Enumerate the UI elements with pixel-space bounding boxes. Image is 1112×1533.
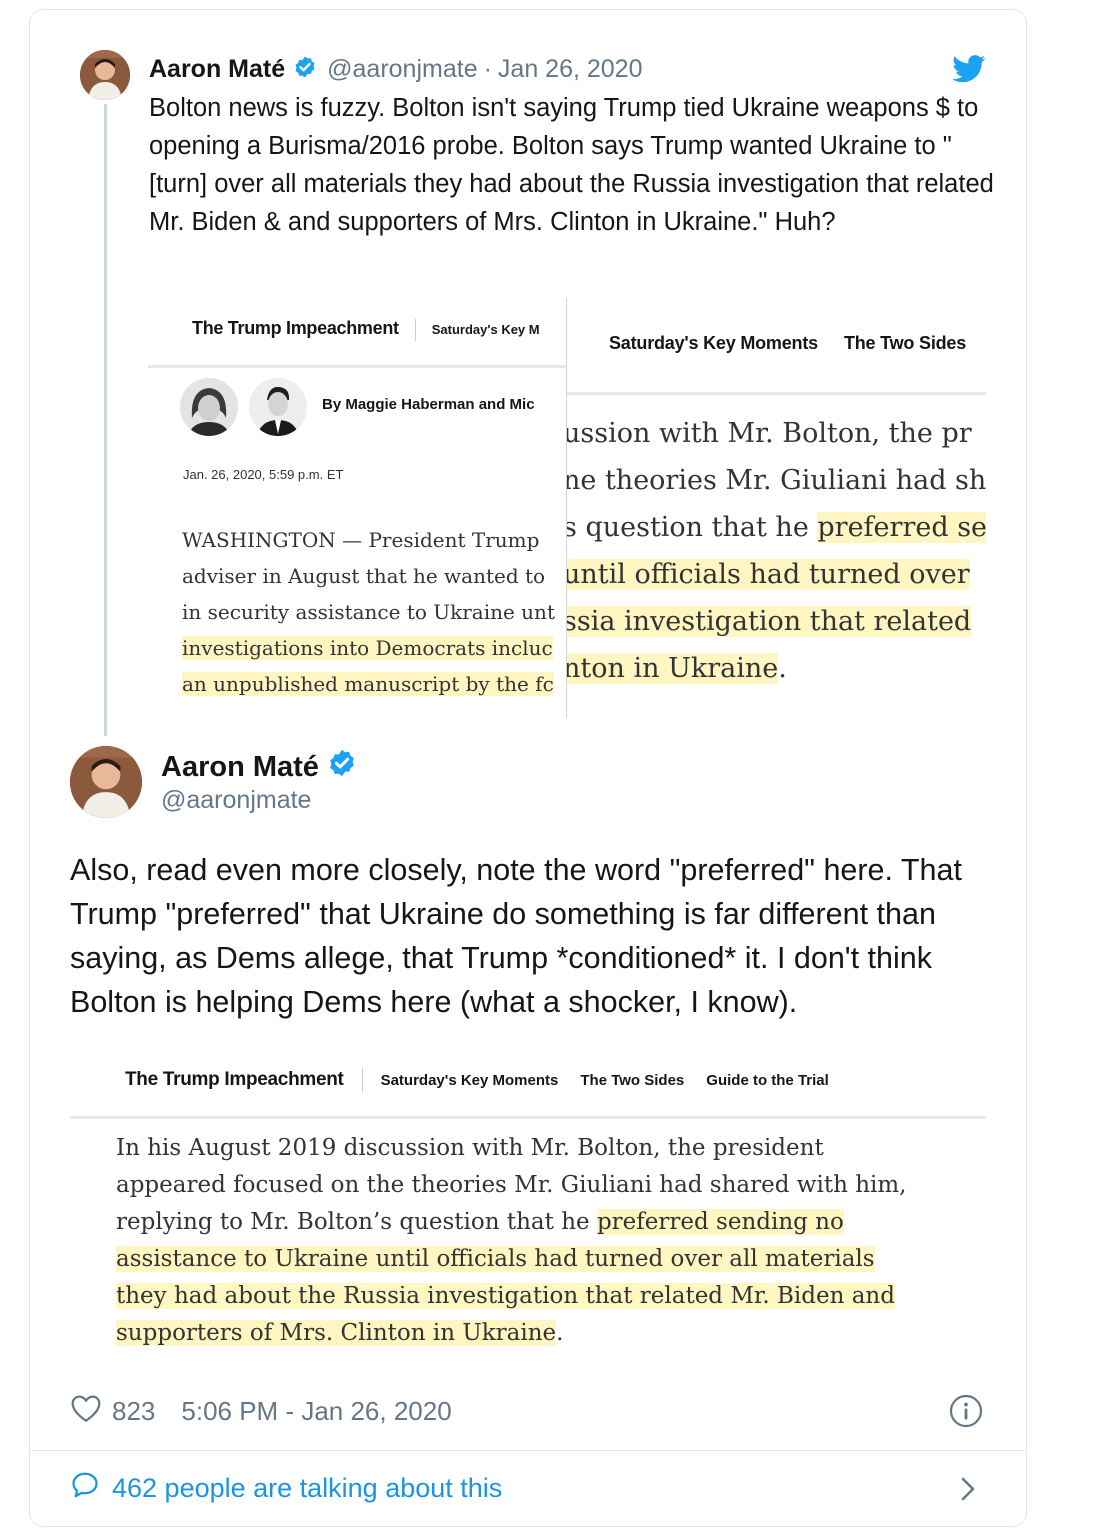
byline: By Maggie Haberman and Mic (322, 396, 535, 413)
excerpt-line: In his August 2019 discussion with Mr. B… (116, 1130, 976, 1167)
tweet-footer: 823 5:06 PM - Jan 26, 2020 (70, 1393, 452, 1429)
line-text: replying to Mr. Bolton’s question that h… (116, 1209, 597, 1235)
conversation-link[interactable]: 462 people are talking about this (70, 1470, 502, 1507)
highlighted-text: until officials had turned over (567, 559, 970, 590)
tweet-timestamp[interactable]: 5:06 PM - Jan 26, 2020 (181, 1396, 451, 1427)
excerpt-line: adviser in August that he wanted to (182, 558, 566, 594)
verified-badge-icon (293, 55, 317, 84)
nav-item: Saturday's Key M (431, 322, 540, 337)
line-text: adviser in August that he wanted to (182, 564, 546, 588)
nav-item: The Two Sides (843, 333, 967, 353)
line-text: in security assistance to Ukraine unt (182, 600, 555, 624)
excerpt-line: investigations into Democrats incluc (182, 630, 566, 666)
line-text: . (556, 1320, 564, 1346)
dateline: Jan. 26, 2020, 5:59 p.m. ET (183, 467, 344, 482)
line-text: appeared focused on the theories Mr. Giu… (116, 1172, 907, 1198)
parent-tweet-image[interactable]: The Trump Impeachment Saturday's Key M By… (148, 298, 986, 718)
info-icon[interactable] (949, 1394, 983, 1428)
article-nav: The Trump Impeachment Saturday's Key Mom… (125, 1068, 851, 1092)
highlighted-text: ssia investigation that related (567, 606, 972, 637)
excerpt-line: WASHINGTON — President Trump (182, 522, 566, 558)
excerpt-line: appeared focused on the theories Mr. Giu… (116, 1167, 976, 1204)
author-photo (180, 378, 238, 436)
excerpt-line: ussion with Mr. Bolton, the pr (566, 410, 986, 457)
article-excerpt-left: WASHINGTON — President Trump adviser in A… (182, 522, 566, 702)
author-name-row: Aaron Maté (161, 748, 357, 786)
highlighted-text: supporters of Mrs. Clinton in Ukraine (116, 1320, 557, 1346)
line-text: ussion with Mr. Bolton, the pr (566, 418, 972, 449)
highlighted-text: preferred se (817, 512, 986, 543)
section-title: The Trump Impeachment (192, 318, 399, 338)
excerpt-line: an unpublished manuscript by the fc (182, 666, 566, 702)
excerpt-line: ssia investigation that related (567, 598, 986, 645)
heart-icon[interactable] (70, 1393, 102, 1430)
article-nav: Saturday's Key Moments The Two Sides (609, 333, 986, 354)
excerpt-line: nton in Ukraine. (567, 645, 986, 692)
article-nav: The Trump Impeachment Saturday's Key M (192, 318, 540, 341)
line-text: s question that he (566, 512, 818, 543)
highlighted-text: they had about the Russia investigation … (116, 1283, 895, 1309)
excerpt-line: replying to Mr. Bolton’s question that h… (116, 1204, 976, 1241)
author-name[interactable]: Aaron Maté (149, 55, 285, 84)
footer-divider (30, 1450, 1026, 1451)
author-handle[interactable]: @aaronjmate (161, 786, 311, 815)
main-tweet-image[interactable]: The Trump Impeachment Saturday's Key Mom… (70, 1048, 986, 1360)
line-text: In his August 2019 discussion with Mr. B… (116, 1135, 824, 1161)
thread-connector-line (104, 104, 107, 736)
nav-item: The Two Sides (580, 1071, 685, 1089)
article-screenshot-right: Saturday's Key Moments The Two Sides ussi… (566, 298, 986, 718)
section-title: The Trump Impeachment (125, 1069, 344, 1090)
highlighted-text: preferred sending no (596, 1209, 844, 1235)
excerpt-line: ne theories Mr. Giuliani had sh (566, 457, 986, 504)
author-photo (249, 378, 307, 436)
nav-item: Guide to the Trial (706, 1071, 829, 1089)
article-excerpt-right: ussion with Mr. Bolton, the pr ne theorie… (566, 410, 986, 692)
twitter-bird-icon[interactable] (952, 55, 986, 83)
main-tweet-text: Also, read even more closely, note the w… (70, 853, 962, 1019)
talking-about-text: 462 people are talking about this (112, 1473, 503, 1503)
highlighted-text: nton in Ukraine (567, 653, 779, 684)
excerpt-line: assistance to Ukraine until officials ha… (116, 1241, 976, 1278)
nav-item: Saturday's Key Moments (609, 333, 818, 353)
highlighted-text: investigations into Democrats incluc (182, 636, 553, 660)
excerpt-line: s question that he preferred se (566, 504, 986, 551)
parent-tweet-text: Bolton news is fuzzy. Bolton isn't sayin… (149, 94, 994, 236)
nav-item: Saturday's Key Moments (380, 1071, 559, 1089)
chevron-right-icon[interactable] (958, 1474, 978, 1504)
author-handle[interactable]: @aaronjmate (327, 55, 477, 84)
excerpt-line: supporters of Mrs. Clinton in Ukraine. (116, 1315, 976, 1352)
parent-tweet-header: Aaron Maté @aaronjmate · Jan 26, 2020 (149, 52, 643, 86)
separator-dot: · (483, 54, 492, 83)
line-text: . (778, 653, 787, 684)
avatar[interactable] (70, 746, 142, 818)
excerpt-line: until officials had turned over (567, 551, 986, 598)
verified-badge-icon (327, 748, 357, 786)
excerpt-line: they had about the Russia investigation … (116, 1278, 976, 1315)
reply-bubble-icon (70, 1470, 100, 1507)
line-text: ne theories Mr. Giuliani had sh (566, 465, 986, 496)
like-count[interactable]: 823 (112, 1396, 155, 1427)
highlighted-text: an unpublished manuscript by the fc (182, 672, 554, 696)
author-name[interactable]: Aaron Maté (161, 751, 319, 784)
line-text: WASHINGTON — President Trump (182, 528, 540, 552)
article-excerpt: In his August 2019 discussion with Mr. B… (116, 1130, 976, 1352)
highlighted-text: assistance to Ukraine until officials ha… (116, 1246, 875, 1272)
article-screenshot-left: The Trump Impeachment Saturday's Key M By… (148, 298, 566, 718)
tweet-date[interactable]: Jan 26, 2020 (498, 55, 643, 84)
avatar[interactable] (80, 50, 130, 100)
excerpt-line: in security assistance to Ukraine unt (182, 594, 566, 630)
